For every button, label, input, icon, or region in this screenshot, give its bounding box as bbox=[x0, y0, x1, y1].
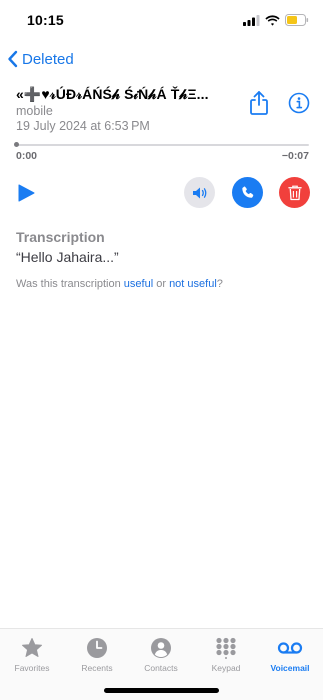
play-icon[interactable] bbox=[16, 183, 36, 203]
status-bar: 10:15 bbox=[0, 0, 323, 44]
share-icon[interactable] bbox=[247, 90, 271, 116]
feedback-or: or bbox=[153, 278, 170, 290]
transcription-feedback: Was this transcription useful or not use… bbox=[16, 278, 223, 290]
tab-recents[interactable]: Recents bbox=[67, 637, 127, 673]
tab-favorites[interactable]: Favorites bbox=[2, 637, 62, 673]
delete-button[interactable] bbox=[279, 177, 310, 208]
tab-contacts[interactable]: Contacts bbox=[131, 637, 191, 673]
voicemail-date: 19 July 2024 at 6:53 PM bbox=[16, 119, 150, 133]
trash-icon bbox=[287, 185, 302, 200]
tab-voicemail[interactable]: Voicemail bbox=[260, 637, 320, 673]
transcription-text: “Hello Jahaira...” bbox=[16, 249, 119, 265]
back-label: Deleted bbox=[22, 50, 74, 68]
home-indicator[interactable] bbox=[104, 688, 219, 693]
caller-type: mobile bbox=[16, 104, 53, 118]
transcription-title: Transcription bbox=[16, 229, 105, 245]
not-useful-link[interactable]: not useful bbox=[169, 278, 217, 290]
tab-label: Voicemail bbox=[270, 663, 310, 673]
call-back-button[interactable] bbox=[232, 177, 263, 208]
caller-name: «➕♥︎𝓇ÚĐ𝓇ÁŃŚ𝒽 Ś𝒾Ń𝒽Á Ť𝒽Ξ... bbox=[16, 86, 209, 102]
clock-icon bbox=[87, 638, 107, 658]
remaining-time: −0:07 bbox=[281, 150, 309, 162]
keypad-icon bbox=[216, 637, 236, 659]
phone-icon bbox=[242, 186, 254, 198]
status-icons bbox=[243, 14, 309, 26]
status-time: 10:15 bbox=[27, 12, 64, 28]
tab-label: Contacts bbox=[144, 663, 178, 673]
tab-label: Recents bbox=[81, 663, 113, 673]
cellular-signal-icon bbox=[243, 14, 260, 26]
voicemail-icon bbox=[277, 642, 303, 654]
feedback-suffix: ? bbox=[216, 278, 223, 290]
useful-link[interactable]: useful bbox=[124, 278, 153, 290]
info-icon[interactable] bbox=[288, 92, 310, 114]
person-circle-icon bbox=[151, 638, 171, 658]
elapsed-time: 0:00 bbox=[16, 150, 38, 162]
feedback-prefix: Was this transcription bbox=[16, 278, 124, 290]
speaker-button[interactable] bbox=[184, 177, 215, 208]
tab-keypad[interactable]: Keypad bbox=[196, 637, 256, 673]
playback-scrubber[interactable] bbox=[16, 144, 309, 146]
back-button[interactable]: Deleted bbox=[6, 48, 74, 70]
tab-label: Favorites bbox=[14, 663, 50, 673]
tab-label: Keypad bbox=[211, 663, 241, 673]
speaker-icon bbox=[192, 187, 206, 198]
star-icon bbox=[22, 638, 42, 657]
battery-icon bbox=[285, 14, 309, 26]
chevron-left-icon bbox=[8, 50, 18, 68]
wifi-icon bbox=[265, 14, 280, 26]
scrubber-knob[interactable] bbox=[14, 142, 19, 147]
